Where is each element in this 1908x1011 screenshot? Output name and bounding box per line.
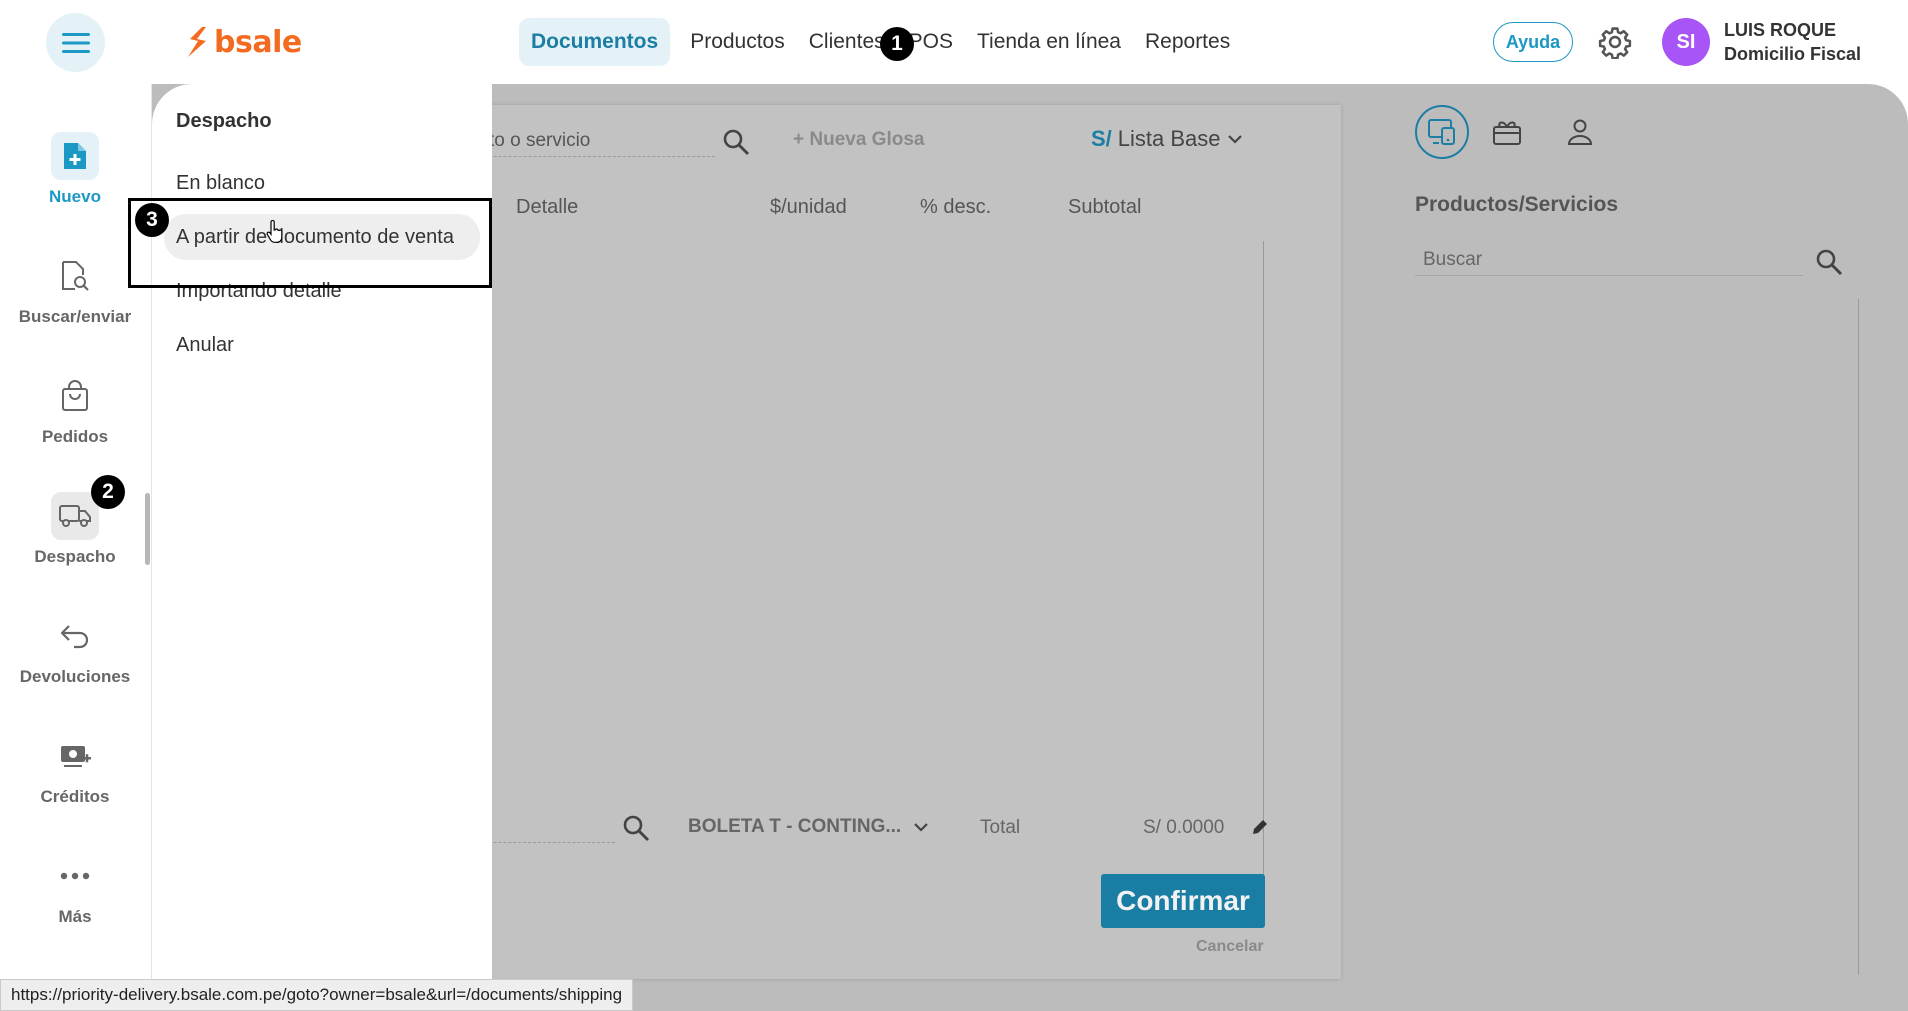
products-search-input[interactable]: Buscar bbox=[1423, 249, 1482, 271]
column-unit-price: $/unidad bbox=[770, 196, 847, 218]
sidebar-item-creditos[interactable]: Créditos bbox=[0, 732, 150, 832]
nav-reportes[interactable]: Reportes bbox=[1133, 18, 1242, 66]
hamburger-icon bbox=[61, 32, 90, 53]
status-bar-url: https://priority-delivery.bsale.com.pe/g… bbox=[0, 979, 634, 1011]
dropdown-item-en-blanco[interactable]: En blanco bbox=[176, 172, 265, 195]
column-subtotal: Subtotal bbox=[1068, 196, 1142, 218]
price-list-selector[interactable]: S/ Lista Base bbox=[1091, 126, 1243, 152]
edit-pencil-icon[interactable] bbox=[1250, 817, 1270, 837]
total-value: S/ 0.0000 bbox=[1143, 817, 1225, 838]
table-divider bbox=[1263, 241, 1264, 889]
annotation-badge-2: 2 bbox=[91, 475, 125, 509]
bsale-logo[interactable]: bsale bbox=[184, 22, 302, 62]
column-discount: % desc. bbox=[920, 196, 992, 218]
product-search-icon[interactable] bbox=[721, 127, 751, 157]
return-arrow-icon bbox=[60, 625, 89, 649]
user-name[interactable]: LUIS ROQUE bbox=[1724, 20, 1836, 41]
top-bar: bsale Documentos Productos Clientes POS … bbox=[0, 0, 1908, 84]
column-detalle: Detalle bbox=[516, 196, 579, 218]
sidebar-scroll-indicator[interactable] bbox=[145, 493, 150, 565]
user-avatar[interactable]: SI bbox=[1662, 18, 1710, 66]
sidebar-item-label: Buscar/enviar bbox=[18, 307, 132, 326]
hand-cursor-icon bbox=[266, 220, 283, 243]
cancel-button[interactable]: Cancelar bbox=[1196, 938, 1264, 956]
sidebar-item-devoluciones[interactable]: Devoluciones bbox=[0, 612, 150, 712]
logo-text: bsale bbox=[214, 24, 302, 60]
help-button[interactable]: Ayuda bbox=[1493, 22, 1573, 62]
sidebar-item-pedidos[interactable]: Pedidos bbox=[0, 372, 150, 472]
hamburger-menu-button[interactable] bbox=[46, 13, 105, 72]
chevron-down-icon bbox=[1227, 135, 1242, 144]
gift-button[interactable] bbox=[1487, 112, 1527, 152]
document-card: to o servicio + Nueva Glosa S/ Lista Bas… bbox=[459, 105, 1341, 979]
sidebar-item-label: Créditos bbox=[40, 787, 110, 806]
person-icon bbox=[1567, 119, 1593, 145]
search-document-icon bbox=[62, 261, 89, 291]
products-search-icon[interactable] bbox=[1814, 247, 1844, 277]
dropdown-title: Despacho bbox=[176, 110, 272, 132]
dropdown-item-anular[interactable]: Anular bbox=[176, 334, 234, 357]
customer-button[interactable] bbox=[1560, 112, 1600, 152]
sidebar-item-label: Devoluciones bbox=[19, 667, 131, 686]
credit-icon bbox=[61, 746, 91, 767]
nav-documentos[interactable]: Documentos bbox=[519, 18, 671, 66]
user-subtitle[interactable]: Domicilio Fiscal bbox=[1724, 44, 1861, 65]
price-list-label: Lista Base bbox=[1117, 126, 1221, 151]
new-gloss-button[interactable]: + Nueva Glosa bbox=[793, 129, 924, 151]
sidebar-item-mas[interactable]: Más bbox=[0, 852, 150, 952]
truck-icon bbox=[59, 505, 91, 527]
document-type-label: BOLETA T - CONTING... bbox=[688, 816, 902, 837]
product-search-input[interactable]: to o servicio bbox=[489, 130, 590, 152]
total-label: Total bbox=[980, 817, 1021, 838]
gift-icon bbox=[1493, 121, 1521, 145]
bsale-logo-icon bbox=[188, 27, 206, 57]
highlight-box bbox=[128, 198, 492, 288]
gear-icon[interactable] bbox=[1598, 25, 1632, 59]
nav-productos[interactable]: Productos bbox=[678, 18, 797, 66]
annotation-badge-1: 1 bbox=[880, 27, 914, 61]
nav-tienda-en-linea[interactable]: Tienda en línea bbox=[965, 18, 1133, 66]
shopping-bag-icon bbox=[62, 380, 88, 411]
sidebar-item-despacho[interactable]: Despacho bbox=[0, 492, 150, 592]
products-services-title: Productos/Servicios bbox=[1415, 193, 1619, 216]
currency-symbol: S/ bbox=[1091, 126, 1112, 151]
right-panel-divider bbox=[1858, 299, 1859, 975]
document-type-selector[interactable]: BOLETA T - CONTING... bbox=[688, 816, 929, 838]
sidebar-item-label: Despacho bbox=[34, 547, 116, 566]
devices-icon bbox=[1428, 119, 1455, 145]
sidebar-item-label: Nuevo bbox=[49, 187, 101, 206]
chevron-down-icon bbox=[914, 823, 928, 832]
more-dots-icon bbox=[60, 872, 90, 880]
products-view-button[interactable] bbox=[1415, 105, 1469, 159]
client-search-icon[interactable] bbox=[621, 813, 651, 843]
sidebar-item-label: Más bbox=[58, 907, 92, 926]
sidebar-item-label: Pedidos bbox=[41, 427, 109, 446]
new-document-icon bbox=[64, 143, 86, 169]
annotation-badge-3: 3 bbox=[135, 203, 169, 237]
confirm-button[interactable]: Confirmar bbox=[1101, 874, 1265, 928]
